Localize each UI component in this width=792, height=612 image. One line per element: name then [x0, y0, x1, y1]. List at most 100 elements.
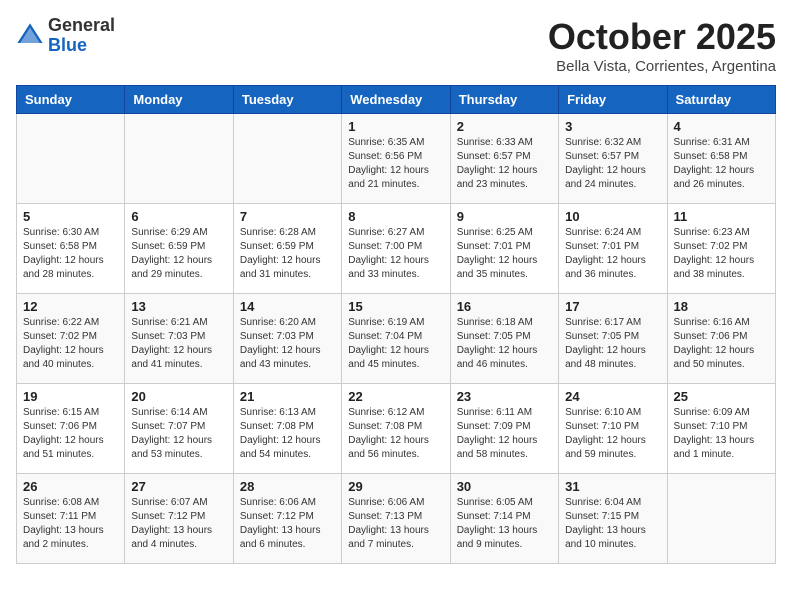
day-number: 3: [565, 119, 660, 134]
day-number: 14: [240, 299, 335, 314]
day-info: Sunrise: 6:17 AM Sunset: 7:05 PM Dayligh…: [565, 316, 660, 372]
day-info: Sunrise: 6:15 AM Sunset: 7:06 PM Dayligh…: [23, 406, 118, 462]
calendar-cell: 7 Sunrise: 6:28 AM Sunset: 6:59 PM Daylig…: [233, 204, 341, 294]
calendar-week-row: 12Sunrise: 6:22 AM Sunset: 7:02 PM Dayli…: [17, 294, 776, 384]
day-info: Sunrise: 6:12 AM Sunset: 7:08 PM Dayligh…: [348, 406, 443, 462]
day-info: Sunrise: 6:31 AM Sunset: 6:58 PM Dayligh…: [674, 136, 769, 192]
day-number: 23: [457, 389, 552, 404]
calendar-cell: 19 Sunrise: 6:15 AM Sunset: 7:06 PM Dayli…: [17, 384, 125, 474]
day-number: 29: [348, 479, 443, 494]
weekday-header: Tuesday: [233, 86, 341, 114]
logo-text: General Blue: [48, 16, 115, 56]
day-number: 7: [240, 209, 335, 224]
day-info: Sunrise: 6:30 AM Sunset: 6:58 PM Dayligh…: [23, 226, 118, 282]
calendar-cell: 20Sunrise: 6:14 AM Sunset: 7:07 PM Dayli…: [125, 384, 233, 474]
calendar-cell: 9Sunrise: 6:25 AM Sunset: 7:01 PM Daylig…: [450, 204, 558, 294]
calendar-cell: 22Sunrise: 6:12 AM Sunset: 7:08 PM Dayli…: [342, 384, 450, 474]
calendar-cell: 2Sunrise: 6:33 AM Sunset: 6:57 PM Daylig…: [450, 114, 558, 204]
day-info: Sunrise: 6:24 AM Sunset: 7:01 PM Dayligh…: [565, 226, 660, 282]
calendar: SundayMondayTuesdayWednesdayThursdayFrid…: [16, 85, 776, 564]
calendar-cell: 14 Sunrise: 6:20 AM Sunset: 7:03 PM Dayli…: [233, 294, 341, 384]
weekday-header: Thursday: [450, 86, 558, 114]
calendar-week-row: 26 Sunrise: 6:08 AM Sunset: 7:11 PM Dayli…: [17, 474, 776, 564]
weekday-header: Friday: [559, 86, 667, 114]
day-info: Sunrise: 6:06 AM Sunset: 7:12 PM Dayligh…: [240, 496, 335, 552]
day-info: Sunrise: 6:08 AM Sunset: 7:11 PM Dayligh…: [23, 496, 118, 552]
calendar-week-row: 1 Sunrise: 6:35 AM Sunset: 6:56 PM Daylig…: [17, 114, 776, 204]
day-number: 31: [565, 479, 660, 494]
calendar-cell: 8 Sunrise: 6:27 AM Sunset: 7:00 PM Daylig…: [342, 204, 450, 294]
calendar-cell: 29 Sunrise: 6:06 AM Sunset: 7:13 PM Dayli…: [342, 474, 450, 564]
calendar-cell: 11 Sunrise: 6:23 AM Sunset: 7:02 PM Dayli…: [667, 204, 775, 294]
calendar-cell: 25 Sunrise: 6:09 AM Sunset: 7:10 PM Dayli…: [667, 384, 775, 474]
day-info: Sunrise: 6:19 AM Sunset: 7:04 PM Dayligh…: [348, 316, 443, 372]
calendar-cell: [17, 114, 125, 204]
weekday-header: Saturday: [667, 86, 775, 114]
day-info: Sunrise: 6:09 AM Sunset: 7:10 PM Dayligh…: [674, 406, 769, 462]
day-info: Sunrise: 6:22 AM Sunset: 7:02 PM Dayligh…: [23, 316, 118, 372]
day-number: 16: [457, 299, 552, 314]
day-info: Sunrise: 6:28 AM Sunset: 6:59 PM Dayligh…: [240, 226, 335, 282]
day-info: Sunrise: 6:29 AM Sunset: 6:59 PM Dayligh…: [131, 226, 226, 282]
day-number: 4: [674, 119, 769, 134]
day-number: 11: [674, 209, 769, 224]
logo-line2: Blue: [48, 36, 115, 56]
day-info: Sunrise: 6:35 AM Sunset: 6:56 PM Dayligh…: [348, 136, 443, 192]
calendar-cell: 21 Sunrise: 6:13 AM Sunset: 7:08 PM Dayli…: [233, 384, 341, 474]
weekday-header: Monday: [125, 86, 233, 114]
day-info: Sunrise: 6:33 AM Sunset: 6:57 PM Dayligh…: [457, 136, 552, 192]
day-info: Sunrise: 6:13 AM Sunset: 7:08 PM Dayligh…: [240, 406, 335, 462]
calendar-cell: 12Sunrise: 6:22 AM Sunset: 7:02 PM Dayli…: [17, 294, 125, 384]
day-number: 30: [457, 479, 552, 494]
day-info: Sunrise: 6:05 AM Sunset: 7:14 PM Dayligh…: [457, 496, 552, 552]
calendar-cell: 13Sunrise: 6:21 AM Sunset: 7:03 PM Dayli…: [125, 294, 233, 384]
day-info: Sunrise: 6:06 AM Sunset: 7:13 PM Dayligh…: [348, 496, 443, 552]
logo-line1: General: [48, 16, 115, 36]
calendar-week-row: 19 Sunrise: 6:15 AM Sunset: 7:06 PM Dayli…: [17, 384, 776, 474]
day-number: 1: [348, 119, 443, 134]
logo-icon: [16, 22, 44, 50]
calendar-cell: 31 Sunrise: 6:04 AM Sunset: 7:15 PM Dayli…: [559, 474, 667, 564]
calendar-cell: 4 Sunrise: 6:31 AM Sunset: 6:58 PM Daylig…: [667, 114, 775, 204]
calendar-cell: [125, 114, 233, 204]
day-number: 19: [23, 389, 118, 404]
day-number: 28: [240, 479, 335, 494]
calendar-cell: 18 Sunrise: 6:16 AM Sunset: 7:06 PM Dayli…: [667, 294, 775, 384]
calendar-cell: 30 Sunrise: 6:05 AM Sunset: 7:14 PM Dayli…: [450, 474, 558, 564]
day-number: 10: [565, 209, 660, 224]
day-info: Sunrise: 6:18 AM Sunset: 7:05 PM Dayligh…: [457, 316, 552, 372]
calendar-cell: 17Sunrise: 6:17 AM Sunset: 7:05 PM Dayli…: [559, 294, 667, 384]
day-number: 18: [674, 299, 769, 314]
weekday-header-row: SundayMondayTuesdayWednesdayThursdayFrid…: [17, 86, 776, 114]
day-number: 15: [348, 299, 443, 314]
calendar-cell: [667, 474, 775, 564]
day-info: Sunrise: 6:07 AM Sunset: 7:12 PM Dayligh…: [131, 496, 226, 552]
title-area: October 2025 Bella Vista, Corrientes, Ar…: [548, 16, 776, 75]
calendar-cell: 6 Sunrise: 6:29 AM Sunset: 6:59 PM Daylig…: [125, 204, 233, 294]
calendar-cell: 28 Sunrise: 6:06 AM Sunset: 7:12 PM Dayli…: [233, 474, 341, 564]
day-number: 21: [240, 389, 335, 404]
calendar-cell: 5Sunrise: 6:30 AM Sunset: 6:58 PM Daylig…: [17, 204, 125, 294]
day-info: Sunrise: 6:10 AM Sunset: 7:10 PM Dayligh…: [565, 406, 660, 462]
day-info: Sunrise: 6:32 AM Sunset: 6:57 PM Dayligh…: [565, 136, 660, 192]
day-info: Sunrise: 6:20 AM Sunset: 7:03 PM Dayligh…: [240, 316, 335, 372]
calendar-cell: 24 Sunrise: 6:10 AM Sunset: 7:10 PM Dayli…: [559, 384, 667, 474]
calendar-cell: 15 Sunrise: 6:19 AM Sunset: 7:04 PM Dayli…: [342, 294, 450, 384]
day-info: Sunrise: 6:27 AM Sunset: 7:00 PM Dayligh…: [348, 226, 443, 282]
day-info: Sunrise: 6:16 AM Sunset: 7:06 PM Dayligh…: [674, 316, 769, 372]
calendar-week-row: 5Sunrise: 6:30 AM Sunset: 6:58 PM Daylig…: [17, 204, 776, 294]
day-info: Sunrise: 6:04 AM Sunset: 7:15 PM Dayligh…: [565, 496, 660, 552]
day-number: 13: [131, 299, 226, 314]
day-number: 25: [674, 389, 769, 404]
day-info: Sunrise: 6:23 AM Sunset: 7:02 PM Dayligh…: [674, 226, 769, 282]
calendar-cell: 26 Sunrise: 6:08 AM Sunset: 7:11 PM Dayli…: [17, 474, 125, 564]
day-info: Sunrise: 6:14 AM Sunset: 7:07 PM Dayligh…: [131, 406, 226, 462]
calendar-cell: 1 Sunrise: 6:35 AM Sunset: 6:56 PM Daylig…: [342, 114, 450, 204]
day-number: 24: [565, 389, 660, 404]
day-number: 26: [23, 479, 118, 494]
calendar-cell: 10 Sunrise: 6:24 AM Sunset: 7:01 PM Dayli…: [559, 204, 667, 294]
day-number: 6: [131, 209, 226, 224]
month-title: October 2025: [548, 16, 776, 58]
location: Bella Vista, Corrientes, Argentina: [548, 58, 776, 75]
day-number: 8: [348, 209, 443, 224]
